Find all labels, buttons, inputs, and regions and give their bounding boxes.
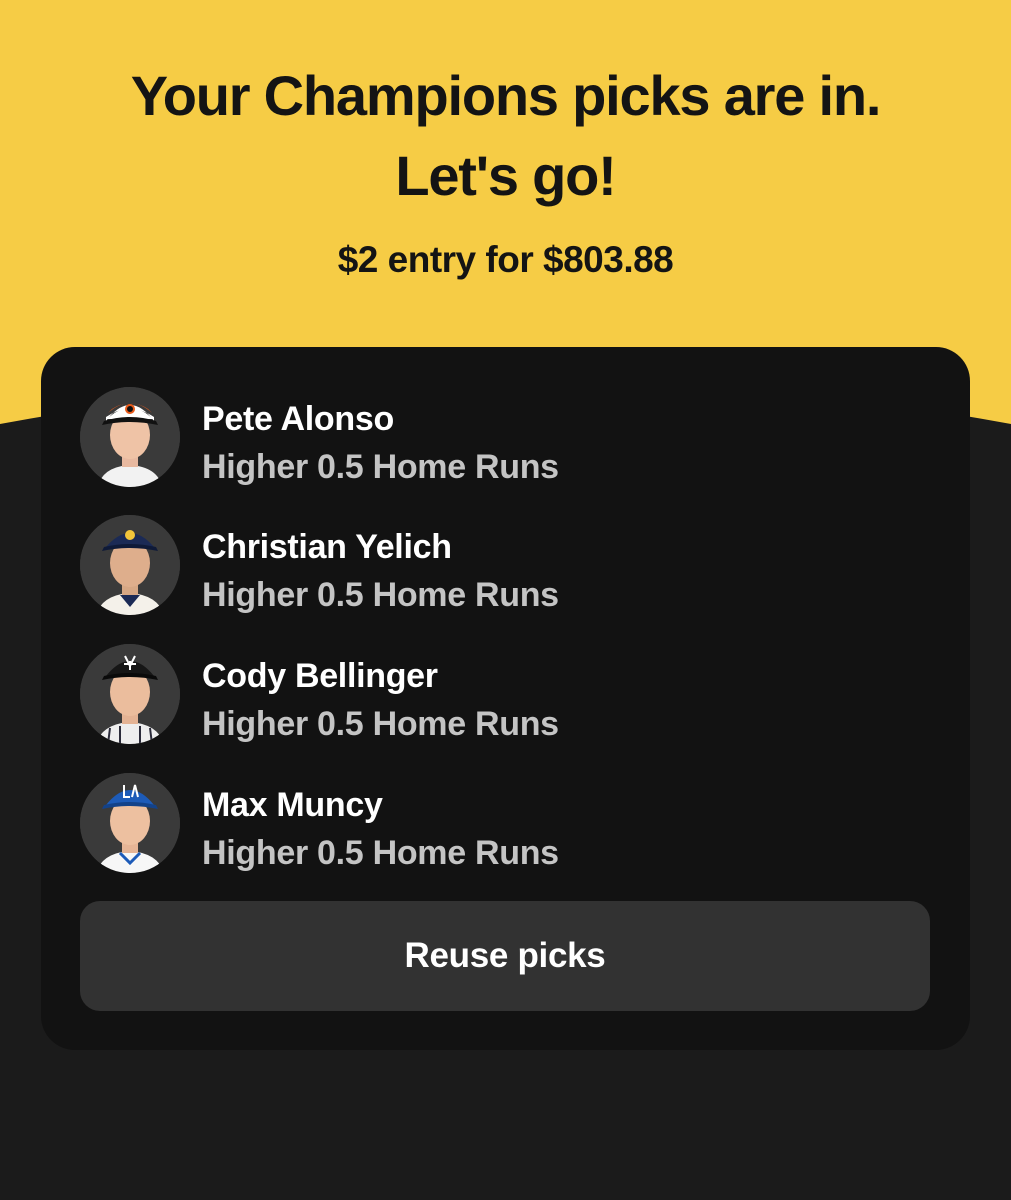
player-avatar-icon (80, 515, 180, 615)
player-name: Christian Yelich (202, 528, 452, 566)
headline-line-1: Your Champions picks are in. (130, 64, 882, 127)
pick-stat: Home Runs (372, 448, 560, 486)
pick-projection: Higher 0.5 Home Runs (202, 575, 559, 615)
player-name: Max Muncy (202, 786, 383, 824)
pick-direction: Higher (202, 705, 308, 743)
pick-projection: Higher 0.5 Home Runs (202, 833, 559, 873)
player-avatar-icon (80, 773, 180, 873)
reuse-picks-button[interactable]: Reuse picks (80, 901, 930, 1011)
pick-projection: Higher 0.5 Home Runs (202, 704, 559, 744)
player-avatar-icon (80, 644, 180, 744)
pick-item: Pete Alonso Higher 0.5 Home Runs (80, 387, 920, 491)
picks-card: Pete Alonso Higher 0.5 Home Runs Christi… (41, 347, 970, 1050)
pick-item: Max Muncy Higher 0.5 Home Runs (80, 773, 920, 877)
pick-direction: Higher (202, 448, 308, 486)
pick-line: 0.5 (317, 705, 364, 743)
pick-direction: Higher (202, 834, 308, 872)
player-name: Cody Bellinger (202, 657, 438, 695)
pick-direction: Higher (202, 576, 308, 614)
pick-item: Christian Yelich Higher 0.5 Home Runs (80, 515, 920, 619)
headline-line-2: Let's go! (395, 144, 616, 207)
pick-stat: Home Runs (372, 705, 560, 743)
pick-stat: Home Runs (372, 576, 560, 614)
entry-summary: $2 entry for $803.88 (337, 239, 674, 280)
pick-stat: Home Runs (372, 834, 560, 872)
pick-item: Cody Bellinger Higher 0.5 Home Runs (80, 644, 920, 748)
player-avatar-icon (80, 387, 180, 487)
pick-line: 0.5 (317, 448, 364, 486)
pick-projection: Higher 0.5 Home Runs (202, 447, 559, 487)
page-title: Your Champions picks are in. Let's go! (0, 56, 1011, 216)
player-name: Pete Alonso (202, 400, 394, 438)
pick-line: 0.5 (317, 576, 364, 614)
pick-line: 0.5 (317, 834, 364, 872)
